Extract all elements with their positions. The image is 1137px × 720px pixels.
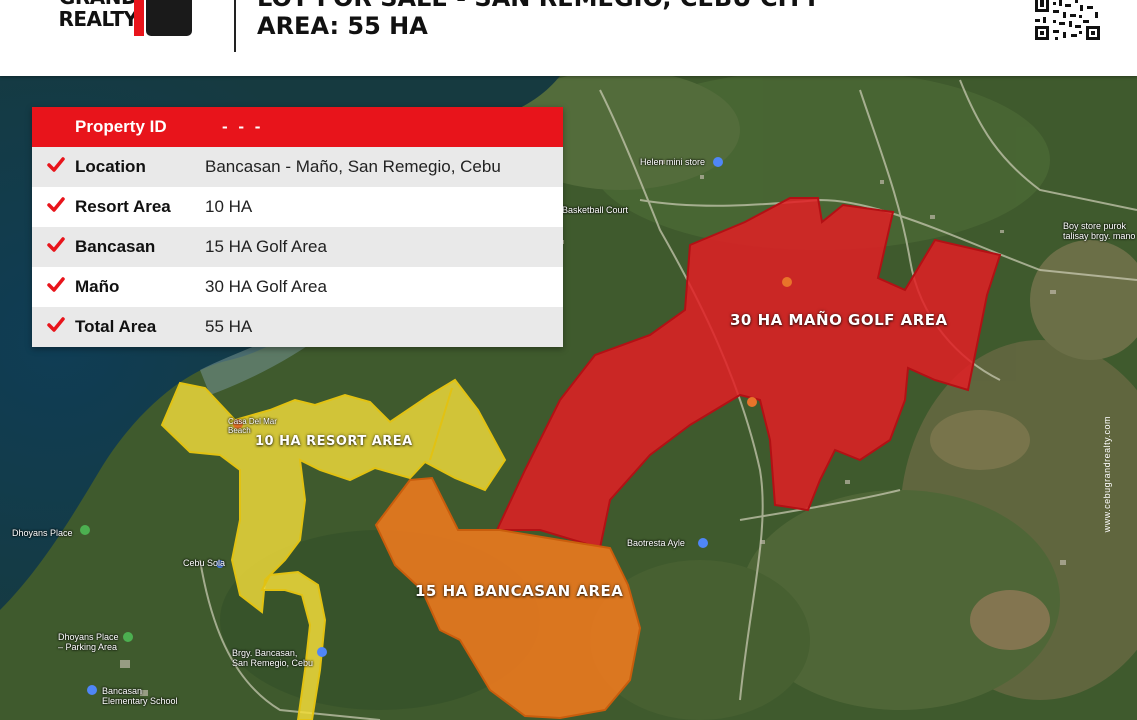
property-info-table: Property ID - - - Location Bancasan - Ma…: [32, 107, 563, 347]
grand-realty-logo[interactable]: GRAND REALTY: [30, 0, 210, 46]
mano-area-label: 30 HA MAÑO GOLF AREA: [730, 311, 948, 329]
place-label: Bancasan Elementary School: [102, 686, 178, 706]
area-title: AREA: 55 HA: [257, 12, 428, 40]
check-icon: [47, 157, 65, 172]
info-row-mano: Maño 30 HA Golf Area: [32, 267, 563, 307]
resort-area-label: 10 HA RESORT AREA: [255, 434, 413, 449]
place-label: Dhoyans Place – Parking Area: [58, 632, 119, 652]
logo-text: GRAND REALTY: [48, 0, 148, 30]
info-row-label: Location: [75, 157, 146, 176]
bancasan-area-label: 15 HA BANCASAN AREA: [415, 582, 624, 600]
check-icon: [47, 237, 65, 252]
place-label: Cebu Sola: [183, 558, 226, 568]
place-label: Brgy. Bancasan, San Remegio, Cebu: [232, 648, 314, 668]
qr-code-icon[interactable]: [1035, 0, 1100, 42]
property-id-value: - - -: [222, 117, 264, 136]
check-icon: [47, 317, 65, 332]
property-id-header: Property ID - - -: [32, 107, 563, 147]
info-row-label: Total Area: [75, 317, 157, 336]
property-id-label: Property ID: [75, 117, 167, 136]
info-row-bancasan: Bancasan 15 HA Golf Area: [32, 227, 563, 267]
header: GRAND REALTY LOT FOR SALE - SAN REMEGIO,…: [0, 0, 1137, 76]
place-label: Boy store purok talisay brgy. mano: [1063, 221, 1136, 241]
place-label: Casa Del Mar Beach: [228, 417, 277, 435]
info-row-label: Resort Area: [75, 197, 171, 216]
page-title: LOT FOR SALE - SAN REMEGIO, CEBU CITY: [257, 0, 820, 12]
place-label: Basketball Court: [562, 205, 629, 215]
info-row-value: 10 HA: [205, 197, 253, 216]
info-row-value: 15 HA Golf Area: [205, 237, 327, 256]
info-row-value: Bancasan - Maño, San Remegio, Cebu: [205, 157, 501, 176]
header-divider: [234, 0, 236, 52]
info-row-value: 55 HA: [205, 317, 253, 336]
place-label: Baotresta Ayle: [627, 538, 685, 548]
place-label: Dhoyans Place: [12, 528, 73, 538]
info-row-location: Location Bancasan - Maño, San Remegio, C…: [32, 147, 563, 187]
logo-mark-icon: [134, 0, 192, 36]
info-row-label: Maño: [75, 277, 120, 296]
logo-line2: REALTY: [58, 7, 138, 31]
info-row-label: Bancasan: [75, 237, 156, 256]
info-row-value: 30 HA Golf Area: [205, 277, 327, 296]
check-icon: [47, 277, 65, 292]
check-icon: [47, 197, 65, 212]
place-label: Helen mini store: [640, 157, 706, 167]
website-watermark: www.cebugrandrealty.com: [1102, 416, 1112, 533]
info-row-total-area: Total Area 55 HA: [32, 307, 563, 347]
info-row-resort-area: Resort Area 10 HA: [32, 187, 563, 227]
